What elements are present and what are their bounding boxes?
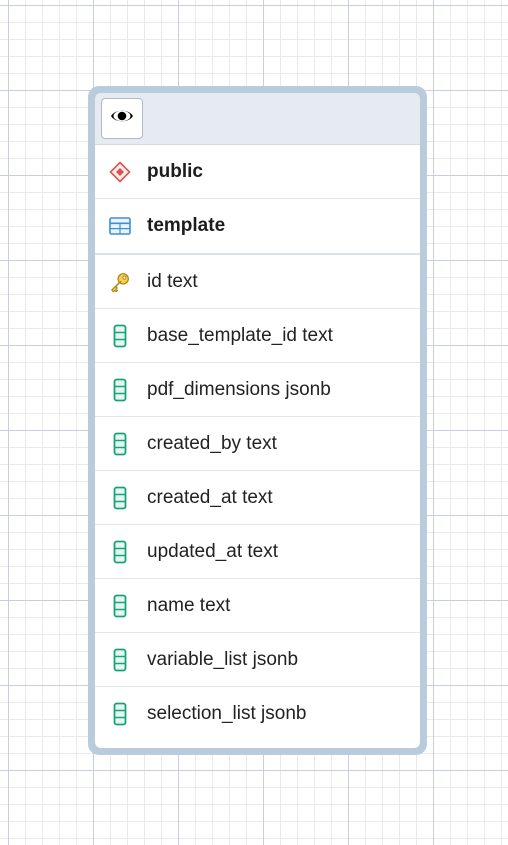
table-icon [109,215,131,237]
column-row[interactable]: base_template_id text [95,309,420,363]
column-icon [109,702,131,726]
schema-row[interactable]: public [95,145,420,199]
column-icon [109,486,131,509]
column-row[interactable]: pdf_dimensions jsonb [95,363,420,417]
column-row[interactable]: created_at text [95,471,420,525]
column-row[interactable]: variable_list jsonb [95,633,420,687]
toggle-visibility-button[interactable] [101,98,143,139]
column-name: name text [147,594,231,616]
column-name: base_template_id text [147,324,333,346]
column-name: variable_list jsonb [147,648,299,670]
column-name: updated_at text [147,540,278,562]
column-icon [109,594,131,617]
column-name: selection_list jsonb [147,703,307,724]
column-name: created_by text [147,432,277,454]
column-name: id text [147,270,198,292]
table-node-header [95,93,420,145]
table-node-body: public template id text base_template_id… [95,93,420,748]
diagram-canvas[interactable]: public template id text base_template_id… [0,0,508,845]
schema-name: public [147,160,203,182]
column-row[interactable]: name text [95,579,420,633]
column-icon [109,378,131,401]
column-row[interactable]: id text [95,255,420,309]
column-icon [109,432,131,455]
column-name: pdf_dimensions jsonb [147,378,331,400]
column-icon [109,324,131,347]
schema-diamond-icon [109,160,131,183]
column-row[interactable]: created_by text [95,417,420,471]
column-icon [109,540,131,563]
column-name: created_at text [147,486,273,508]
table-node-template[interactable]: public template id text base_template_id… [88,86,427,755]
column-row[interactable]: selection_list jsonb [95,687,420,741]
primary-key-icon [109,271,131,293]
column-row[interactable]: updated_at text [95,525,420,579]
table-name: template [147,215,226,236]
column-icon [109,648,131,671]
eye-icon [110,108,134,129]
table-title-row[interactable]: template [95,199,420,255]
